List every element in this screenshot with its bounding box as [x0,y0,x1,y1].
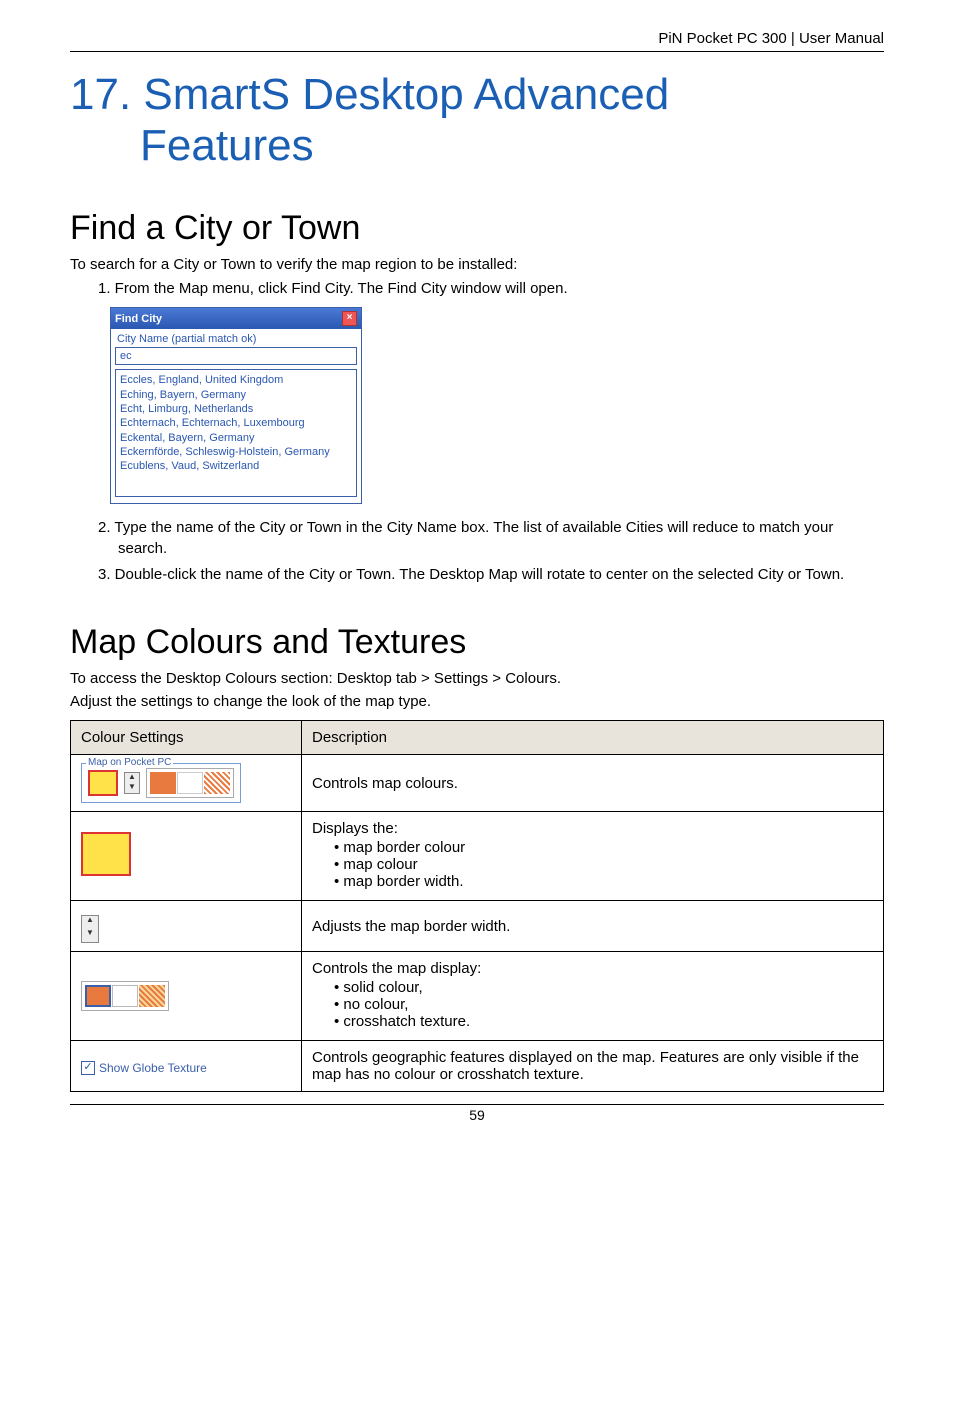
row2-desc-line: Displays the: [312,820,873,837]
city-results-list[interactable]: Eccles, England, United Kingdom Eching, … [115,369,357,497]
map-pocket-widget[interactable]: Map on Pocket PC ▲▼ [81,763,241,803]
row2-bullet2: map colour [334,856,873,873]
step-2: 2. Type the name of the City or Town in … [98,518,884,559]
row4-bullet1: solid colour, [334,979,873,996]
header-right: PiN Pocket PC 300 | User Manual [70,30,884,52]
map-pocket-legend: Map on Pocket PC [86,757,173,768]
swatch-solid-icon[interactable] [85,985,111,1007]
swatch-nocolour-icon[interactable] [112,985,138,1007]
title-line2: Features [70,121,884,172]
row5-desc: Controls geographic features displayed o… [302,1041,884,1092]
colour-swatch-icon[interactable] [88,770,118,796]
title-line1: 17. SmartS Desktop Advanced [70,70,669,119]
table-row: Displays the: map border colour map colo… [71,812,884,901]
border-width-spinner[interactable]: ▲▼ [124,772,140,794]
display-mode-swatches[interactable] [146,768,234,798]
find-city-label: City Name (partial match ok) [111,329,361,347]
close-icon[interactable]: × [342,311,357,326]
list-item[interactable]: Eccles, England, United Kingdom [120,373,352,387]
find-city-dialog: Find City × City Name (partial match ok)… [110,307,362,504]
row2-bullet1: map border colour [334,839,873,856]
row1-desc: Controls map colours. [302,755,884,812]
border-width-spinner[interactable]: ▲▼ [81,915,99,943]
list-item[interactable]: Ecublens, Vaud, Switzerland [120,459,352,473]
step-3: 3. Double-click the name of the City or … [98,565,884,585]
table-row: ✓ Show Globe Texture Controls geographic… [71,1041,884,1092]
section2-heading: Map Colours and Textures [70,623,884,662]
list-item[interactable]: Eckernförde, Schleswig-Holstein, Germany [120,445,352,459]
colour-swatch-icon[interactable] [81,832,131,876]
show-globe-texture-checkbox[interactable]: ✓ Show Globe Texture [81,1061,207,1075]
section1-intro: To search for a City or Town to verify t… [70,256,884,273]
list-item[interactable]: Echternach, Echternach, Luxembourg [120,416,352,430]
list-item[interactable]: Echt, Limburg, Netherlands [120,402,352,416]
row3-desc: Adjusts the map border width. [302,901,884,952]
page-title: 17. SmartS Desktop Advanced Features [70,70,884,171]
row2-bullet3: map border width. [334,873,873,890]
row4-bullet2: no colour, [334,996,873,1013]
table-header-description: Description [302,721,884,755]
section2-intro1: To access the Desktop Colours section: D… [70,670,884,687]
table-row: Controls the map display: solid colour, … [71,952,884,1041]
display-mode-swatches[interactable] [81,981,169,1011]
list-item[interactable]: Eckental, Bayern, Germany [120,431,352,445]
swatch-solid-icon[interactable] [150,772,176,794]
find-city-title: Find City [115,313,162,325]
section2-intro2: Adjust the settings to change the look o… [70,693,884,710]
step-1: 1. From the Map menu, click Find City. T… [98,279,884,299]
colour-settings-table: Colour Settings Description Map on Pocke… [70,720,884,1092]
swatch-crosshatch-icon[interactable] [204,772,230,794]
checkbox-checked-icon[interactable]: ✓ [81,1061,95,1075]
swatch-nocolour-icon[interactable] [177,772,203,794]
table-row: ▲▼ Adjusts the map border width. [71,901,884,952]
row4-bullet3: crosshatch texture. [334,1013,873,1030]
list-item[interactable]: Eching, Bayern, Germany [120,388,352,402]
row4-desc-line: Controls the map display: [312,960,873,977]
checkbox-label: Show Globe Texture [99,1061,207,1075]
table-row: Map on Pocket PC ▲▼ Controls map colours… [71,755,884,812]
section1-heading: Find a City or Town [70,209,884,248]
swatch-crosshatch-icon[interactable] [139,985,165,1007]
find-city-titlebar: Find City × [111,308,361,329]
page-number: 59 [70,1104,884,1123]
city-name-input[interactable]: ec [115,347,357,365]
table-header-colour-settings: Colour Settings [71,721,302,755]
